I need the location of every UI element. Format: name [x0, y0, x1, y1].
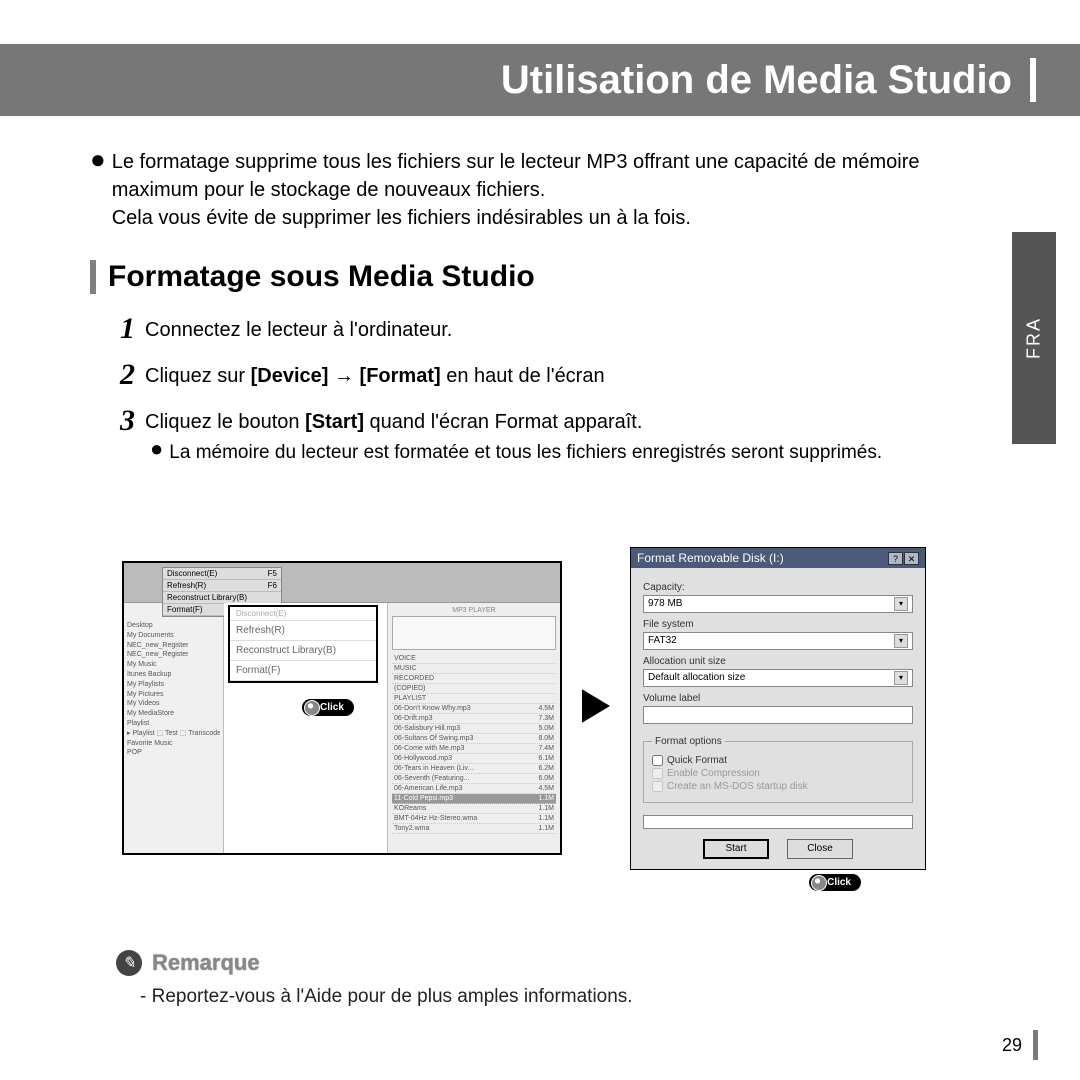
- media-studio-screenshot: Disconnect(E)F5Refresh(R)F6Reconstruct L…: [122, 561, 562, 855]
- format-dialog: Format Removable Disk (I:) ?✕ Capacity: …: [630, 547, 926, 870]
- titlebar-buttons: ?✕: [887, 551, 919, 565]
- page-number: 29: [1002, 1035, 1022, 1056]
- allocation-select[interactable]: Default allocation size▾: [643, 669, 913, 687]
- note-text: - Reportez-vous à l'Aide pour de plus am…: [140, 986, 633, 1008]
- file-list-panel: MP3 PLAYER VOICEMUSICRECORDED(COPIED)PLA…: [388, 603, 560, 855]
- capacity-label: Capacity:: [643, 582, 913, 593]
- file-rows: VOICEMUSICRECORDED(COPIED)PLAYLIST06-Don…: [392, 654, 556, 834]
- middle-panel: Disconnect(E)Refresh(R)Reconstruct Libra…: [224, 603, 388, 855]
- close-icon[interactable]: ✕: [904, 552, 919, 565]
- step-2-text: Cliquez sur [Device] → [Format] en haut …: [145, 360, 605, 392]
- step-number-2: 2: [120, 360, 135, 392]
- volume-label-input[interactable]: [643, 706, 913, 724]
- app-toolbar: Disconnect(E)F5Refresh(R)F6Reconstruct L…: [124, 563, 560, 603]
- player-label: MP3 PLAYER: [392, 607, 556, 616]
- dialog-title-text: Format Removable Disk (I:): [637, 551, 784, 565]
- section-title: Formatage sous Media Studio: [108, 260, 535, 294]
- close-button[interactable]: Close: [787, 839, 853, 859]
- steps-list: 1 Connectez le lecteur à l'ordinateur. 2…: [120, 314, 984, 482]
- dropdown-menu[interactable]: Disconnect(E)Refresh(R)Reconstruct Libra…: [228, 605, 378, 683]
- dialog-titlebar: Format Removable Disk (I:) ?✕: [631, 548, 925, 568]
- page-header: Utilisation de Media Studio: [0, 44, 1080, 116]
- step-1-text: Connectez le lecteur à l'ordinateur.: [145, 314, 452, 346]
- intro-paragraph: ● Le formatage supprime tous les fichier…: [90, 148, 984, 232]
- note-label: Remarque: [152, 950, 260, 976]
- note-icon: ✎: [116, 950, 142, 976]
- format-options-legend: Format options: [652, 736, 725, 747]
- click-callout: Click: [809, 874, 861, 891]
- click-callout: Click: [302, 699, 354, 716]
- volume-label-label: Volume label: [643, 693, 913, 704]
- filesystem-label: File system: [643, 619, 913, 630]
- intro-line-1: Le formatage supprime tous les fichiers …: [112, 151, 920, 201]
- device-thumbnail: [392, 616, 556, 650]
- step-3-sub: La mémoire du lecteur est formatée et to…: [169, 438, 882, 468]
- arrow-right-icon: [582, 688, 610, 729]
- step-3-text: Cliquez le bouton [Start] quand l'écran …: [145, 406, 642, 438]
- note-heading: ✎ Remarque: [116, 950, 260, 976]
- chevron-down-icon: ▾: [894, 671, 908, 685]
- start-button[interactable]: Start: [703, 839, 769, 859]
- format-options-group: Format options Quick Format Enable Compr…: [643, 736, 913, 803]
- figures-row: Disconnect(E)F5Refresh(R)F6Reconstruct L…: [122, 538, 950, 878]
- quick-format-checkbox[interactable]: Quick Format: [652, 755, 904, 766]
- step-number-1: 1: [120, 314, 135, 346]
- progress-bar: [643, 815, 913, 829]
- chevron-down-icon: ▾: [894, 597, 908, 611]
- section-heading: Formatage sous Media Studio: [90, 260, 535, 294]
- folder-tree: DesktopMy Documents NEC_new_Register NEC…: [124, 603, 224, 855]
- page-number-divider: [1033, 1030, 1038, 1060]
- page-title: Utilisation de Media Studio: [501, 58, 1012, 103]
- enable-compression-checkbox: Enable Compression: [652, 768, 904, 779]
- step-number-3: 3: [120, 406, 135, 438]
- filesystem-select[interactable]: FAT32▾: [643, 632, 913, 650]
- msdos-startup-checkbox: Create an MS-DOS startup disk: [652, 781, 904, 792]
- intro-line-2: Cela vous évite de supprimer les fichier…: [112, 207, 691, 229]
- capacity-select[interactable]: 978 MB▾: [643, 595, 913, 613]
- help-icon[interactable]: ?: [888, 552, 903, 565]
- bullet-icon: ●: [90, 148, 106, 232]
- header-divider: [1030, 58, 1036, 102]
- language-tab: FRA: [1012, 232, 1056, 444]
- chevron-down-icon: ▾: [894, 634, 908, 648]
- allocation-label: Allocation unit size: [643, 656, 913, 667]
- heading-divider: [90, 260, 96, 294]
- bullet-icon: ●: [150, 438, 163, 468]
